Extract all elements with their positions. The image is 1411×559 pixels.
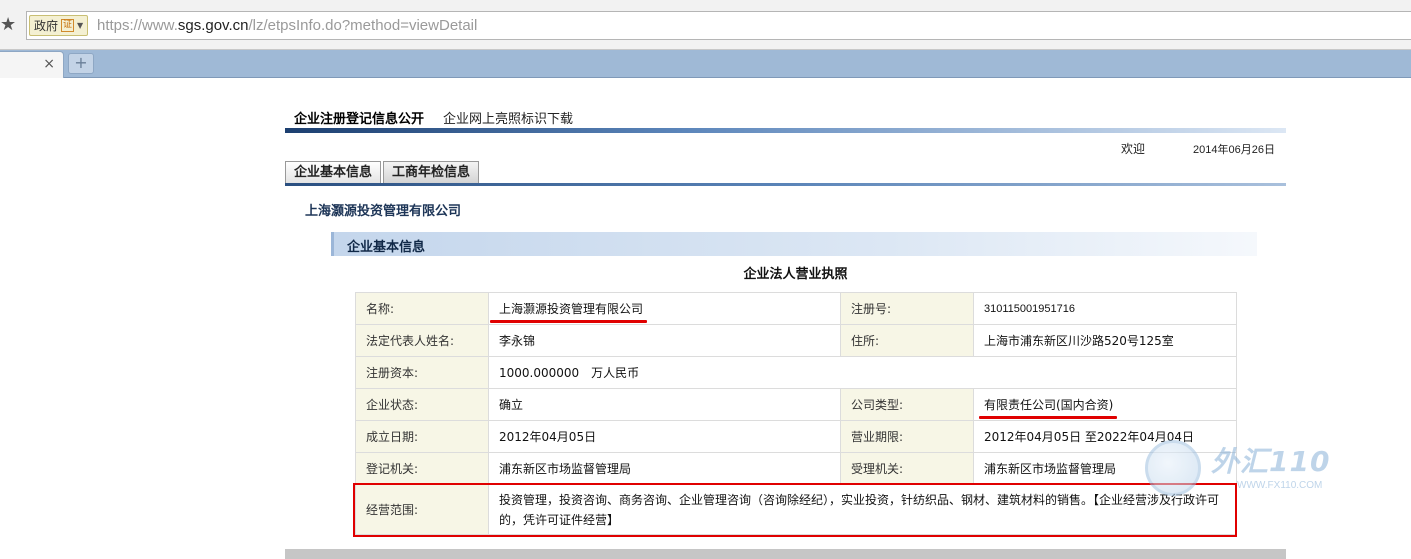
table-row: 成立日期: 2012年04月05日 营业期限: 2012年04月05日 至202… bbox=[355, 420, 1237, 453]
nav-divider bbox=[285, 128, 1286, 133]
capital-label: 注册资本: bbox=[355, 356, 489, 389]
status-value: 确立 bbox=[488, 388, 841, 421]
certificate-icon: 证 bbox=[61, 19, 75, 32]
tab-strip: × + bbox=[0, 50, 1411, 78]
rep-value: 李永锦 bbox=[488, 324, 841, 357]
section-title: 企业基本信息 bbox=[347, 240, 426, 255]
chevron-down-icon: ▼ bbox=[77, 21, 84, 30]
gov-site-badge[interactable]: 政府 证 ▼ bbox=[29, 15, 89, 36]
term-label: 营业期限: bbox=[840, 420, 974, 453]
nav-registration-info[interactable]: 企业注册登记信息公开 bbox=[294, 108, 424, 127]
footer-bar bbox=[285, 549, 1286, 559]
watermark: 外汇110 WWW.FX110.COM bbox=[1145, 438, 1345, 498]
license-title: 企业法人营业执照 bbox=[743, 267, 848, 282]
table-row: 注册资本: 1000.000000 万人民币 bbox=[355, 356, 1237, 389]
accept-label: 受理机关: bbox=[840, 452, 974, 485]
welcome-text: 欢迎 bbox=[1121, 142, 1146, 156]
subtab-divider bbox=[285, 183, 1286, 186]
name-underline-annotation bbox=[490, 320, 647, 323]
url-scheme: https://www. bbox=[97, 17, 178, 34]
current-date: 2014年06月26日 bbox=[1193, 144, 1275, 156]
table-row: 名称: 上海灏源投资管理有限公司 注册号: 310115001951716 bbox=[355, 292, 1237, 325]
reg-no-value: 310115001951716 bbox=[973, 292, 1237, 325]
tab-annual-inspection[interactable]: 工商年检信息 bbox=[383, 161, 480, 183]
rep-label: 法定代表人姓名: bbox=[355, 324, 489, 357]
founded-label: 成立日期: bbox=[355, 420, 489, 453]
address-label: 住所: bbox=[840, 324, 974, 357]
fx110-logo-icon bbox=[1145, 440, 1201, 496]
name-label: 名称: bbox=[355, 292, 489, 325]
status-label: 企业状态: bbox=[355, 388, 489, 421]
address-value: 上海市浦东新区川沙路520号125室 bbox=[973, 324, 1237, 357]
watermark-url: WWW.FX110.COM bbox=[1237, 480, 1323, 491]
table-row: 法定代表人姓名: 李永锦 住所: 上海市浦东新区川沙路520号125室 bbox=[355, 324, 1237, 357]
bookmark-star-icon[interactable]: ★ bbox=[0, 12, 16, 38]
type-underline-annotation bbox=[979, 416, 1117, 419]
scope-highlight-box bbox=[353, 483, 1237, 537]
tab-basic-info[interactable]: 企业基本信息 bbox=[285, 161, 382, 183]
address-bar: ★ 政府 证 ▼ https://www.sgs.gov.cn/lz/etpsI… bbox=[0, 0, 1411, 50]
url-host: sgs.gov.cn bbox=[177, 17, 249, 34]
url-input[interactable]: https://www.sgs.gov.cn/lz/etpsInfo.do?me… bbox=[97, 12, 477, 39]
close-icon[interactable]: × bbox=[43, 55, 55, 73]
table-row: 登记机关: 浦东新区市场监督管理局 受理机关: 浦东新区市场监督管理局 bbox=[355, 452, 1237, 485]
url-path: /lz/etpsInfo.do?method=viewDetail bbox=[248, 17, 478, 34]
section-header: 企业基本信息 bbox=[331, 232, 1257, 256]
company-title: 上海灏源投资管理有限公司 bbox=[305, 204, 462, 219]
url-box[interactable]: 政府 证 ▼ https://www.sgs.gov.cn/lz/etpsInf… bbox=[26, 11, 1411, 40]
capital-value: 1000.000000 万人民币 bbox=[488, 356, 1237, 389]
watermark-text: 外汇110 bbox=[1211, 445, 1331, 478]
browser-tab[interactable]: × bbox=[0, 51, 64, 78]
founded-value: 2012年04月05日 bbox=[488, 420, 841, 453]
reg-no-label: 注册号: bbox=[840, 292, 974, 325]
type-label: 公司类型: bbox=[840, 388, 974, 421]
authority-value: 浦东新区市场监督管理局 bbox=[488, 452, 841, 485]
new-tab-button[interactable]: + bbox=[68, 53, 94, 74]
nav-license-download[interactable]: 企业网上亮照标识下载 bbox=[443, 108, 573, 127]
gov-badge-text: 政府 bbox=[34, 19, 59, 33]
authority-label: 登记机关: bbox=[355, 452, 489, 485]
